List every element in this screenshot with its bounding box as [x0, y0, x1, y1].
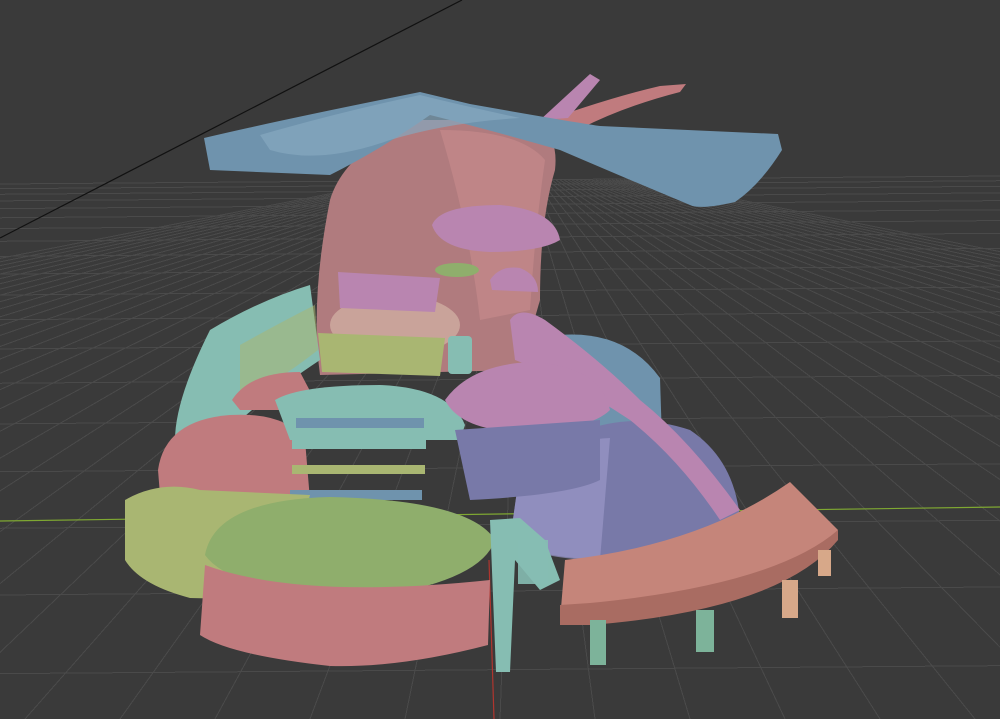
- post-1[interactable]: [590, 620, 606, 665]
- post-4[interactable]: [818, 550, 831, 576]
- 3d-viewport[interactable]: [0, 0, 1000, 719]
- stair-rail-3[interactable]: [292, 465, 425, 474]
- viewport-canvas[interactable]: [0, 0, 1000, 719]
- teal-stair-step[interactable]: [518, 540, 548, 584]
- post-3[interactable]: [782, 580, 798, 618]
- side-teal-window[interactable]: [448, 336, 472, 374]
- small-green-cap[interactable]: [435, 263, 479, 277]
- stair-rail-1[interactable]: [296, 418, 424, 428]
- olive-sign-board[interactable]: [318, 333, 445, 376]
- window-panel[interactable]: [338, 272, 440, 312]
- stair-rail-2[interactable]: [292, 440, 426, 449]
- post-2[interactable]: [696, 610, 714, 652]
